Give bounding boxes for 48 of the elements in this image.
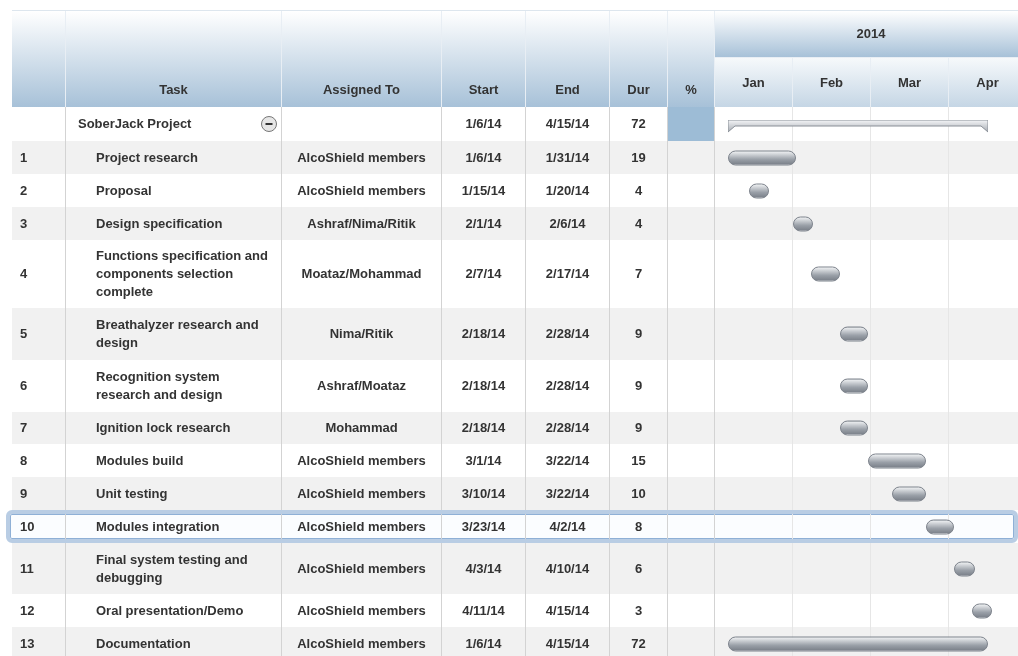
end-date: 4/2/14 [526, 514, 610, 539]
column-header[interactable]: End [526, 11, 610, 107]
column-header[interactable]: Assigned To [282, 11, 442, 107]
task-bar[interactable] [839, 420, 869, 436]
task-bar[interactable] [728, 636, 988, 651]
collapse-icon[interactable] [261, 116, 277, 132]
table-row[interactable]: 9 Unit testing AlcoShield members 3/10/14 3/22/14 10 [12, 477, 1018, 510]
column-header[interactable]: Task [66, 11, 282, 107]
year-header: 2014 [715, 11, 1018, 58]
column-header[interactable] [12, 11, 66, 107]
task-bar[interactable] [839, 378, 869, 394]
task-bar[interactable] [868, 453, 926, 468]
month-header: Jan [715, 58, 793, 107]
task-bar[interactable] [793, 216, 814, 231]
task-bar[interactable] [971, 603, 992, 618]
task-name: SoberJack Project [78, 115, 192, 134]
assigned-to: AlcoShield members [282, 627, 442, 656]
task-bar[interactable] [811, 266, 840, 282]
end-date: 4/15/14 [526, 627, 610, 656]
table-row[interactable]: 1 Project research AlcoShield members 1/6/14 1/31/14 19 [12, 141, 1018, 174]
row-number: 10 [12, 514, 66, 539]
table-row[interactable]: 7 Ignition lock research Mohammad 2/18/14 2/28/14 9 [12, 412, 1018, 444]
start-date: 1/6/14 [442, 627, 526, 656]
duration: 8 [610, 514, 668, 539]
task-bar[interactable] [925, 519, 955, 534]
task-name: Documentation [66, 627, 282, 656]
table-row[interactable]: 13 Documentation AlcoShield members 1/6/14 4/15/14 72 [12, 627, 1018, 656]
assigned-to: AlcoShield members [282, 514, 442, 539]
table-row[interactable]: 11 Final system testing and debugging AlcoShield members 4/3/14 4/10/14 6 [12, 543, 1018, 594]
percent-cell [668, 107, 715, 141]
task-bar[interactable] [749, 183, 770, 198]
row-number: 13 [12, 627, 66, 656]
month-header: Apr [949, 58, 1018, 107]
column-header[interactable]: % [668, 11, 715, 107]
month-header: Mar [871, 58, 949, 107]
start-date: 3/23/14 [442, 514, 526, 539]
duration: 72 [610, 627, 668, 656]
task-name: Modules integration [66, 514, 282, 539]
column-header[interactable]: Dur [610, 11, 668, 107]
task-bar[interactable] [728, 150, 796, 165]
month-header: Feb [793, 58, 871, 107]
table-row[interactable]: 10 Modules integration AlcoShield members 3/23/14 4/2/14 8 [6, 510, 1018, 543]
column-header[interactable]: Start [442, 11, 526, 107]
task-bar[interactable] [954, 561, 975, 576]
table-row[interactable]: 3 Design specification Ashraf/Nima/Ritik 2/1/14 2/6/14 4 [12, 207, 1018, 240]
task-bar[interactable] [839, 326, 869, 342]
task-bar[interactable] [891, 486, 926, 501]
table-row[interactable]: 5 Breathalyzer research and design Nima/Ritik 2/18/14 2/28/14 9 [12, 308, 1018, 360]
